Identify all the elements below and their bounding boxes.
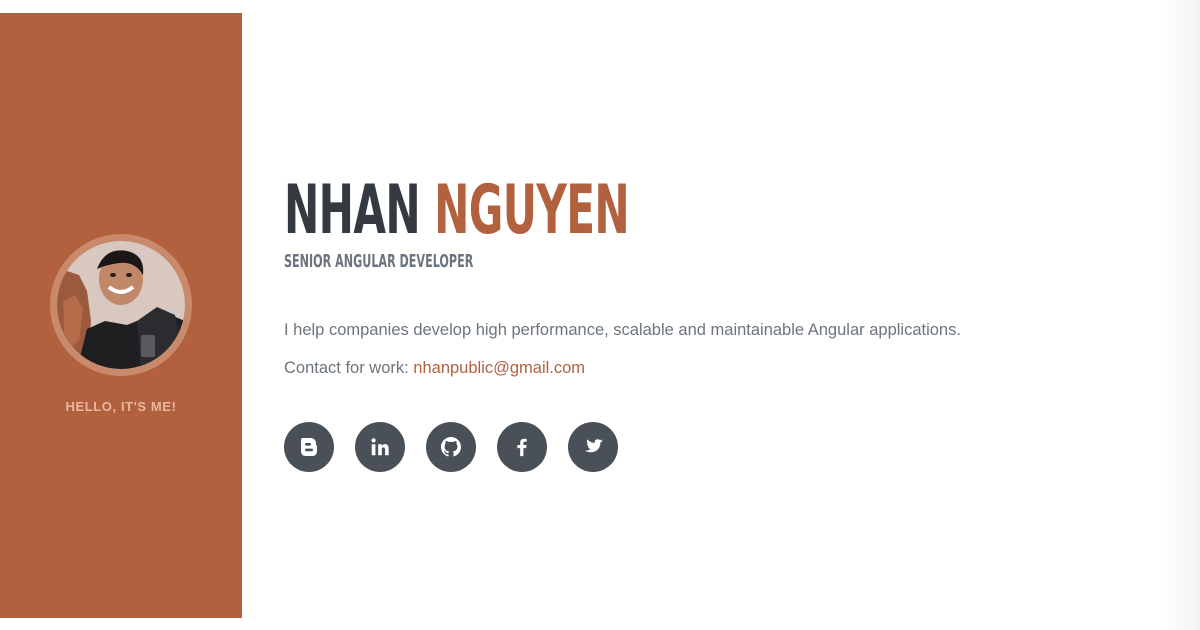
twitter-icon	[584, 439, 603, 453]
github-link[interactable]	[426, 422, 476, 472]
blogger-icon	[301, 438, 317, 456]
contact-label: Contact for work:	[284, 359, 414, 377]
facebook-icon	[517, 438, 527, 457]
avatar-photo	[57, 241, 185, 369]
page: HELLO, IT'S ME! NHAN NGUYEN SENIOR ANGUL…	[0, 0, 1200, 630]
linkedin-icon	[371, 438, 389, 456]
social-links	[284, 422, 1164, 472]
sidebar-greeting: HELLO, IT'S ME!	[65, 399, 177, 414]
job-title: SENIOR ANGULAR DEVELOPER	[284, 251, 474, 272]
intro-text: I help companies develop high performanc…	[284, 321, 961, 339]
main-content: NHAN NGUYEN SENIOR ANGULAR DEVELOPER I h…	[284, 168, 1164, 472]
facebook-link[interactable]	[497, 422, 547, 472]
contact-email-link[interactable]: nhanpublic@gmail.com	[413, 359, 585, 377]
contact-line: Contact for work: nhanpublic@gmail.com	[284, 356, 1164, 380]
github-icon	[441, 437, 461, 457]
first-name: NHAN	[284, 171, 421, 250]
page-edge-shadow	[1160, 0, 1200, 630]
avatar-ring	[50, 234, 192, 376]
linkedin-link[interactable]	[355, 422, 405, 472]
avatar	[57, 241, 185, 369]
blogger-link[interactable]	[284, 422, 334, 472]
page-title: NHAN NGUYEN	[284, 168, 656, 254]
sidebar: HELLO, IT'S ME!	[0, 13, 242, 618]
last-name: NGUYEN	[434, 171, 630, 250]
twitter-link[interactable]	[568, 422, 618, 472]
